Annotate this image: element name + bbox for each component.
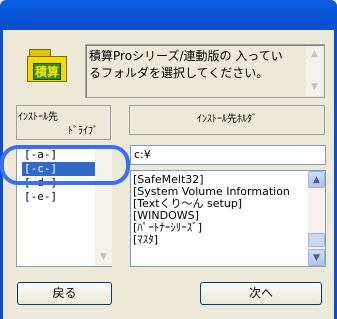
drive-column-header: ｲﾝｽﾄｰﾙ先 ﾄﾞﾗｲﾌﾞ	[16, 105, 111, 140]
drive-item-a[interactable]: [-a-]	[22, 148, 98, 162]
drive-item-d[interactable]: [-d-]	[22, 176, 98, 190]
chevron-down-icon[interactable]: ▼	[308, 249, 325, 266]
message-line-2: るフォルダを選択してください。	[89, 66, 269, 80]
message-line-1: 積算Proシリーズ/連動版の 入ってい	[89, 49, 283, 63]
scroll-thumb[interactable]	[308, 233, 325, 247]
folder-item[interactable]: [ﾊﾟｰﾄﾅｰｼﾘｰｽﾞ]	[133, 222, 303, 234]
app-icon-label: 積算	[33, 63, 61, 80]
back-button[interactable]: 戻る	[17, 282, 112, 305]
chevron-up-icon[interactable]: ▲	[306, 46, 323, 63]
drive-header-line-1: ｲﾝｽﾄｰﾙ先	[18, 112, 58, 123]
folder-item[interactable]: [SafeMelt32]	[133, 174, 303, 186]
folder-app-icon: 積算	[25, 45, 69, 83]
chevron-up-icon[interactable]: ▲	[308, 171, 325, 188]
folder-list-scrollbar[interactable]: ▲ ▼	[308, 171, 325, 266]
folder-column-header: ｲﾝｽﾄｰﾙ先ﾎﾙﾀﾞ	[129, 105, 325, 135]
install-path-field[interactable]: c:¥	[130, 145, 326, 165]
drive-list-scrollbar[interactable]: ▼	[95, 146, 112, 266]
folder-item[interactable]: [Textくり〜ん setup]	[133, 198, 303, 210]
drive-item-c[interactable]: [-c-]	[22, 162, 98, 176]
folder-item[interactable]: [ﾏｽﾀ]	[133, 234, 303, 246]
folder-item[interactable]: [WINDOWS]	[133, 210, 303, 222]
drive-header-line-2: ﾄﾞﾗｲﾌﾞ	[68, 126, 98, 137]
chevron-down-icon[interactable]: ▼	[95, 249, 112, 266]
next-button[interactable]: 次へ	[200, 282, 322, 305]
message-scrollbar[interactable]: ▲ ▼	[306, 46, 323, 96]
message-text: 積算Proシリーズ/連動版の 入ってい るフォルダを選択してください。	[89, 48, 299, 82]
message-box: 積算Proシリーズ/連動版の 入ってい るフォルダを選択してください。 ▲ ▼	[85, 44, 325, 98]
title-bar[interactable]	[0, 0, 337, 30]
chevron-down-icon[interactable]: ▼	[306, 79, 323, 96]
folder-list[interactable]: [SafeMelt32] [System Volume Information …	[130, 170, 326, 267]
drive-item-e[interactable]: [-e-]	[22, 190, 98, 204]
drive-list[interactable]: [-a-] [-c-] [-d-] [-e-] ▼	[16, 145, 112, 267]
folder-item[interactable]: [System Volume Information	[133, 186, 303, 198]
